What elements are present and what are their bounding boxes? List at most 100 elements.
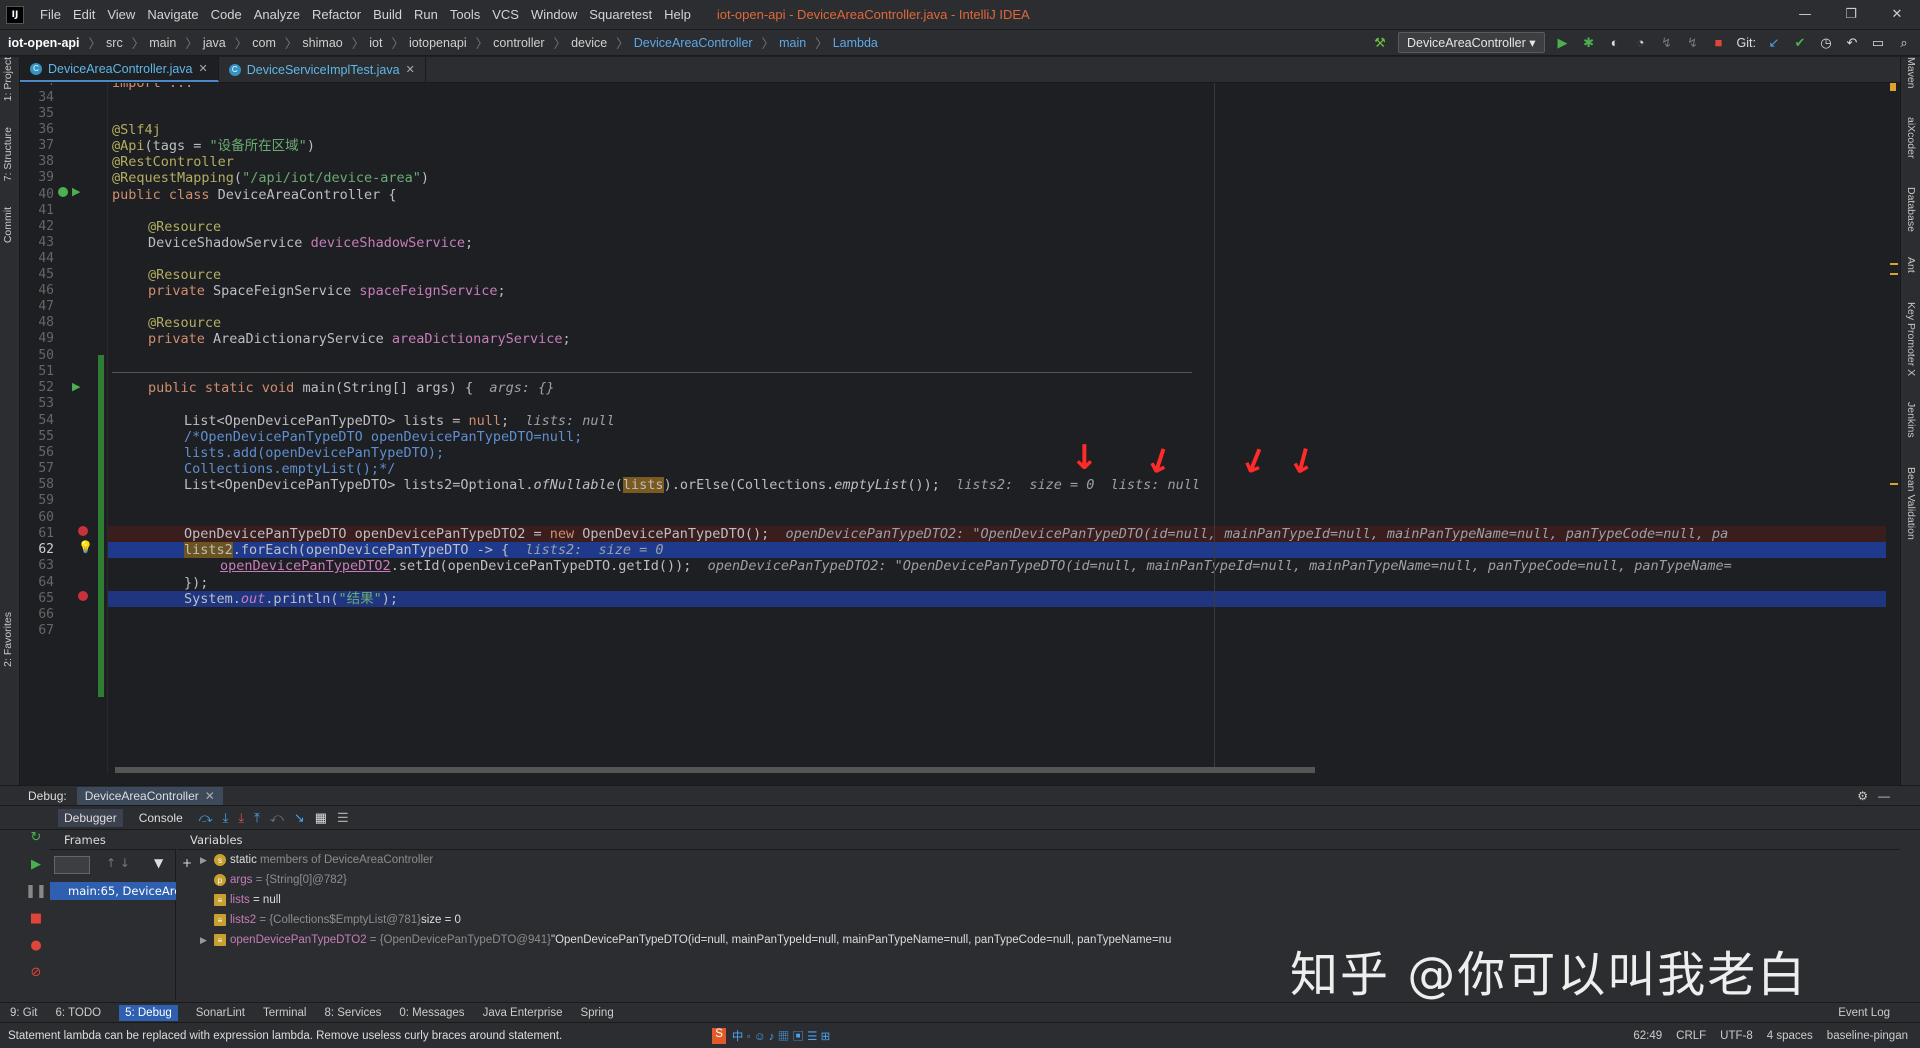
breadcrumb-com[interactable]: com [252,36,276,50]
tool-aixcoder[interactable]: aiXcoder [1905,117,1917,158]
close-icon[interactable]: ✕ [1874,7,1920,22]
tool-commit[interactable]: Commit [2,207,14,243]
editor-gutter[interactable]: 4 34 35 36 37 38 39 40 41 42 43 44 45 46… [20,83,108,773]
tool-structure[interactable]: 7: Structure [2,127,14,181]
rerun-icon[interactable]: ↻ [31,830,42,845]
breadcrumb-device[interactable]: device [571,36,607,50]
tool-debug[interactable]: 5: Debug [119,1004,178,1021]
coverage-icon[interactable]: ◐ [1607,35,1623,51]
tool-jenkins[interactable]: Jenkins [1905,402,1917,438]
variable-row[interactable]: ▶ ≡ openDevicePanTypeDTO2 = {OpenDevicePan… [200,932,1171,948]
evaluate-icon[interactable]: ▦ [315,810,327,826]
vertical-scrollbar[interactable] [1888,83,1900,773]
tool-services[interactable]: 8: Services [324,1007,381,1019]
tool-messages[interactable]: 0: Messages [399,1007,464,1019]
intention-bulb-icon[interactable]: 💡 [78,540,93,554]
settings-icon[interactable]: ⚙ — [1857,789,1920,803]
menu-window[interactable]: Window [525,7,583,22]
attach-icon[interactable]: ↯ [1659,35,1675,51]
menu-squaretest[interactable]: Squaretest [583,7,658,22]
force-step-into-icon[interactable]: ⤓ [238,810,244,826]
view-breakpoints-icon[interactable]: ● [30,938,41,953]
menu-vcs[interactable]: VCS [486,7,525,22]
tool-maven[interactable]: Maven [1905,57,1917,89]
close-tab-icon[interactable]: ✕ [406,63,415,76]
step-out-icon[interactable]: ⤒ [254,810,260,826]
menu-run[interactable]: Run [408,7,444,22]
pause-icon[interactable]: ❚❚ [25,884,47,899]
run-class-icon[interactable]: ▶ [72,185,80,198]
close-tab-icon[interactable]: ✕ [199,62,208,75]
rollback-icon[interactable]: ↶ [1844,35,1860,51]
cursor-position[interactable]: 62:49 [1633,1030,1662,1042]
menu-tools[interactable]: Tools [444,7,486,22]
git-branch[interactable]: baseline-pingan [1827,1030,1908,1042]
tool-favorites[interactable]: 2: Favorites [2,612,14,667]
spring-bean-icon[interactable] [58,187,68,197]
menu-view[interactable]: View [101,7,141,22]
mute-breakpoints-icon[interactable]: ⊘ [31,965,42,980]
tool-git[interactable]: 9: Git [10,1007,37,1019]
run-to-cursor-icon[interactable]: ↘ [294,810,305,826]
tool-sonarlint[interactable]: SonarLint [196,1007,245,1019]
breadcrumb-class[interactable]: DeviceAreaController [634,36,753,50]
breadcrumb-iot[interactable]: iot [369,36,382,50]
tool-bean-validation[interactable]: Bean Validation [1905,467,1917,540]
breadcrumb-shimao[interactable]: shimao [302,36,342,50]
tool-key-promoter[interactable]: Key Promoter X [1905,302,1917,376]
line-separator[interactable]: CRLF [1676,1030,1706,1042]
rebuild-icon[interactable]: ↯ [1685,35,1701,51]
thread-select[interactable] [54,856,90,874]
menu-build[interactable]: Build [367,7,408,22]
minimize-icon[interactable]: — [1782,7,1828,22]
frame-item[interactable]: main:65, DeviceAre [50,882,176,900]
trace-icon[interactable]: ☰ [337,810,349,826]
tool-database[interactable]: Database [1905,187,1917,232]
step-over-icon[interactable]: ⤼ [199,810,213,826]
tool-spring[interactable]: Spring [580,1007,613,1019]
restore-icon[interactable]: ❐ [1828,7,1874,22]
variable-row[interactable]: ≡ lists2 = {Collections$EmptyList@781} si… [200,912,461,928]
stop-debug-icon[interactable]: ■ [30,911,42,926]
tab-deviceserviceimpltest[interactable]: C DeviceServiceImplTest.java ✕ [219,57,426,82]
step-into-icon[interactable]: ⤓ [223,810,229,826]
menu-analyze[interactable]: Analyze [248,7,306,22]
menu-navigate[interactable]: Navigate [141,7,204,22]
breadcrumb-project[interactable]: iot-open-api [8,36,80,50]
stop-icon[interactable]: ■ [1711,35,1727,51]
tool-ant[interactable]: Ant [1905,257,1917,273]
git-commit-icon[interactable]: ✔ [1792,35,1808,51]
breadcrumb-controller[interactable]: controller [493,36,544,50]
code-lines[interactable]: import ... @Slf4j @Api(tags = "设备所在区域") … [108,83,1886,773]
menu-refactor[interactable]: Refactor [306,7,367,22]
horizontal-scrollbar[interactable] [115,767,1315,773]
file-encoding[interactable]: UTF-8 [1720,1030,1753,1042]
debug-session-tab[interactable]: DeviceAreaController ✕ [76,786,223,805]
history-icon[interactable]: ◷ [1818,35,1834,51]
search-everywhere-icon[interactable]: ⌕ [1896,35,1912,51]
tool-event-log[interactable]: Event Log [1838,1007,1920,1019]
up-icon[interactable]: ↑ ↓ [106,856,130,870]
run-main-icon[interactable]: ▶ [72,380,80,393]
breadcrumb-lambda[interactable]: Lambda [833,36,878,50]
project-structure-icon[interactable]: ▭ [1870,35,1886,51]
breadcrumb-main[interactable]: main [149,36,176,50]
debugger-tab[interactable]: Debugger [58,808,123,827]
breadcrumb-method[interactable]: main [779,36,806,50]
variable-row[interactable]: p args = {String[0]@782} [200,872,347,888]
run-icon[interactable]: ▶ [1555,35,1571,51]
git-update-icon[interactable]: ↙ [1766,35,1782,51]
add-watch-icon[interactable]: + [182,856,192,870]
menu-edit[interactable]: Edit [67,7,101,22]
tool-terminal[interactable]: Terminal [263,1007,306,1019]
indent-setting[interactable]: 4 spaces [1767,1030,1813,1042]
resume-icon[interactable]: ▶ [31,857,41,872]
build-icon[interactable]: ⚒ [1372,35,1388,51]
profile-icon[interactable]: ◔ [1633,35,1649,51]
filter-icon[interactable]: ▼ [154,856,163,870]
tool-project[interactable]: 1: Project [2,57,14,101]
console-tab[interactable]: Console [133,809,189,827]
menu-code[interactable]: Code [205,7,248,22]
code-editor[interactable]: 4 34 35 36 37 38 39 40 41 42 43 44 45 46… [20,83,1900,773]
tool-java-enterprise[interactable]: Java Enterprise [483,1007,563,1019]
